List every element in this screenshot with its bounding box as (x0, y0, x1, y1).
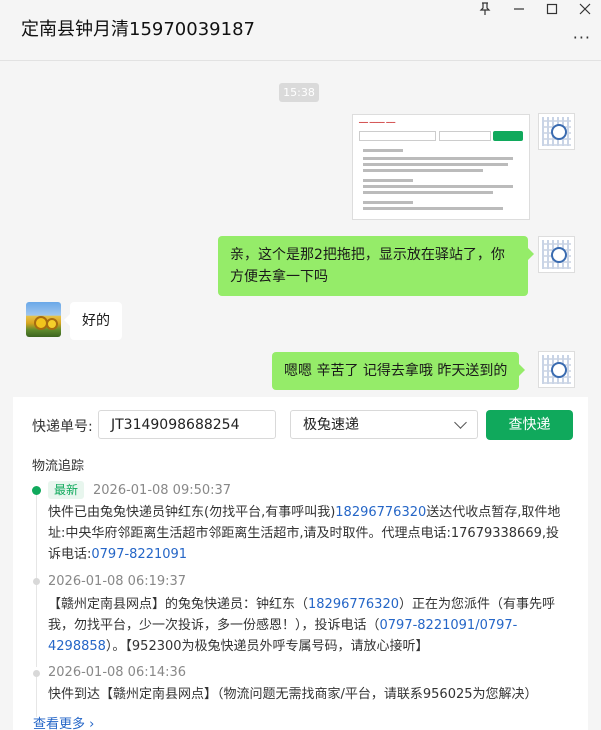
timeline-line (36, 495, 37, 587)
avatar[interactable] (538, 351, 575, 388)
event-time: 2026-01-08 06:19:37 (48, 574, 187, 589)
event-description: 【赣州定南县网点】的兔兔快递员：钟红东（18296776320）正在为您派件（有… (48, 597, 556, 654)
message-bubble-sent[interactable]: 嗯嗯 辛苦了 记得去拿哦 昨天送到的 (272, 352, 526, 390)
message-bubble-received[interactable]: 好的 (64, 302, 122, 340)
thumb-decoration: ━━━ ━━━━━ ━━━ (359, 120, 396, 126)
event-description: 快件到达【赣州定南县网点】（物流问题无需找商家/平台，请联系956025为您解决… (48, 687, 538, 702)
minimize-icon[interactable] (508, 2, 530, 20)
timeline-dot (33, 670, 40, 677)
tracking-number-input[interactable]: JT3149098688254 (98, 410, 276, 439)
image-message[interactable]: ━━━ ━━━━━ ━━━ (352, 114, 530, 220)
avatar[interactable] (538, 236, 575, 273)
timeline-line (36, 587, 37, 667)
latest-badge: 最新 (48, 481, 85, 499)
timeline-dot-active (32, 486, 41, 495)
carrier-select[interactable]: 极兔速递 (290, 410, 478, 439)
query-button[interactable]: 查快递 (486, 410, 573, 440)
title-bar: 定南县钟月清15970039187 ··· (0, 0, 601, 61)
phone-link[interactable]: 0797-8221091 (91, 547, 187, 562)
close-icon[interactable] (574, 2, 596, 20)
message-bubble-sent[interactable]: 亲，这个是那2把拖把，显示放在驿站了，你方便去拿一下吗 (218, 236, 534, 296)
timeline-dot (33, 578, 40, 585)
phone-link[interactable]: 18296776320 (335, 505, 426, 520)
more-icon[interactable]: ··· (573, 28, 591, 47)
event-description: 快件已由兔兔快递员钟红东(勿找平台,有事呼叫我)18296776320送达代收点… (48, 505, 561, 562)
section-title: 物流追踪 (32, 459, 85, 474)
contact-avatar[interactable] (26, 302, 61, 337)
pin-icon[interactable] (474, 2, 496, 20)
carrier-selected: 极兔速递 (303, 417, 359, 433)
chat-timestamp: 15:38 (279, 83, 319, 102)
chevron-down-icon (454, 416, 467, 429)
tracking-number-label: 快递单号: (32, 419, 93, 435)
event-time: 2026-01-08 09:50:37 (93, 483, 232, 498)
chat-title: 定南县钟月清15970039187 (21, 19, 255, 40)
event-time: 2026-01-08 06:14:36 (48, 665, 187, 680)
timeline-line (36, 677, 37, 717)
view-more-link[interactable]: 查看更多 › (33, 713, 94, 730)
phone-link[interactable]: 18296776320 (308, 597, 399, 612)
tracking-panel: 快递单号: JT3149098688254 极兔速递 查快递 物流追踪 最新 2… (13, 397, 588, 730)
avatar[interactable] (538, 113, 575, 150)
maximize-icon[interactable] (541, 2, 563, 20)
